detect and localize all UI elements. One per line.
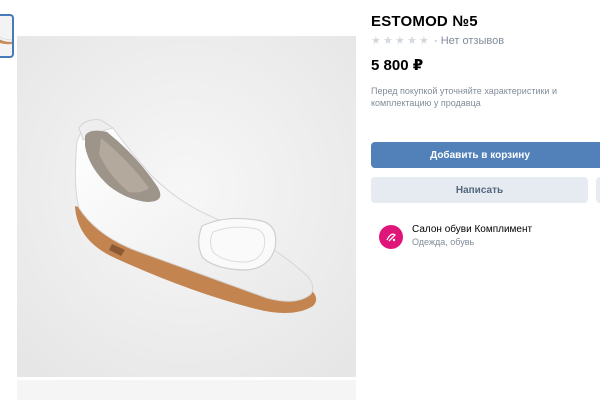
star-icon: ★ (407, 34, 417, 47)
thumbnail-strip (0, 14, 14, 58)
thumbnail-shoe-image (0, 36, 12, 45)
star-icon: ★ (419, 34, 429, 47)
seller-logo-icon (379, 225, 403, 249)
purchase-notice: Перед покупкой уточняйте характеристики … (371, 86, 557, 108)
product-price: 5 800 ₽ (371, 57, 424, 74)
rating-stars: ★ ★ ★ ★ ★ (371, 34, 430, 47)
star-icon: ★ (371, 34, 381, 47)
seller-category: Одежда, обувь (412, 237, 475, 247)
write-button[interactable]: Написать (371, 177, 588, 203)
shoe-image (17, 36, 356, 377)
photo-footer (17, 380, 356, 400)
seller-card[interactable]: Салон обуви Комплимент Одежда, обувь (379, 223, 532, 249)
star-icon: ★ (383, 34, 393, 47)
star-icon: ★ (395, 34, 405, 47)
seller-name[interactable]: Салон обуви Комплимент (412, 223, 532, 236)
product-title: ESTOMOD №5 (371, 13, 478, 30)
rating-row: ★ ★ ★ ★ ★ · Нет отзывов (371, 35, 504, 47)
add-to-cart-button[interactable]: Добавить в корзину (371, 142, 600, 168)
thumbnail-selected[interactable] (0, 14, 14, 58)
more-button[interactable] (596, 177, 600, 203)
reviews-link[interactable]: · Нет отзывов (434, 35, 504, 47)
product-photo[interactable] (17, 36, 356, 377)
